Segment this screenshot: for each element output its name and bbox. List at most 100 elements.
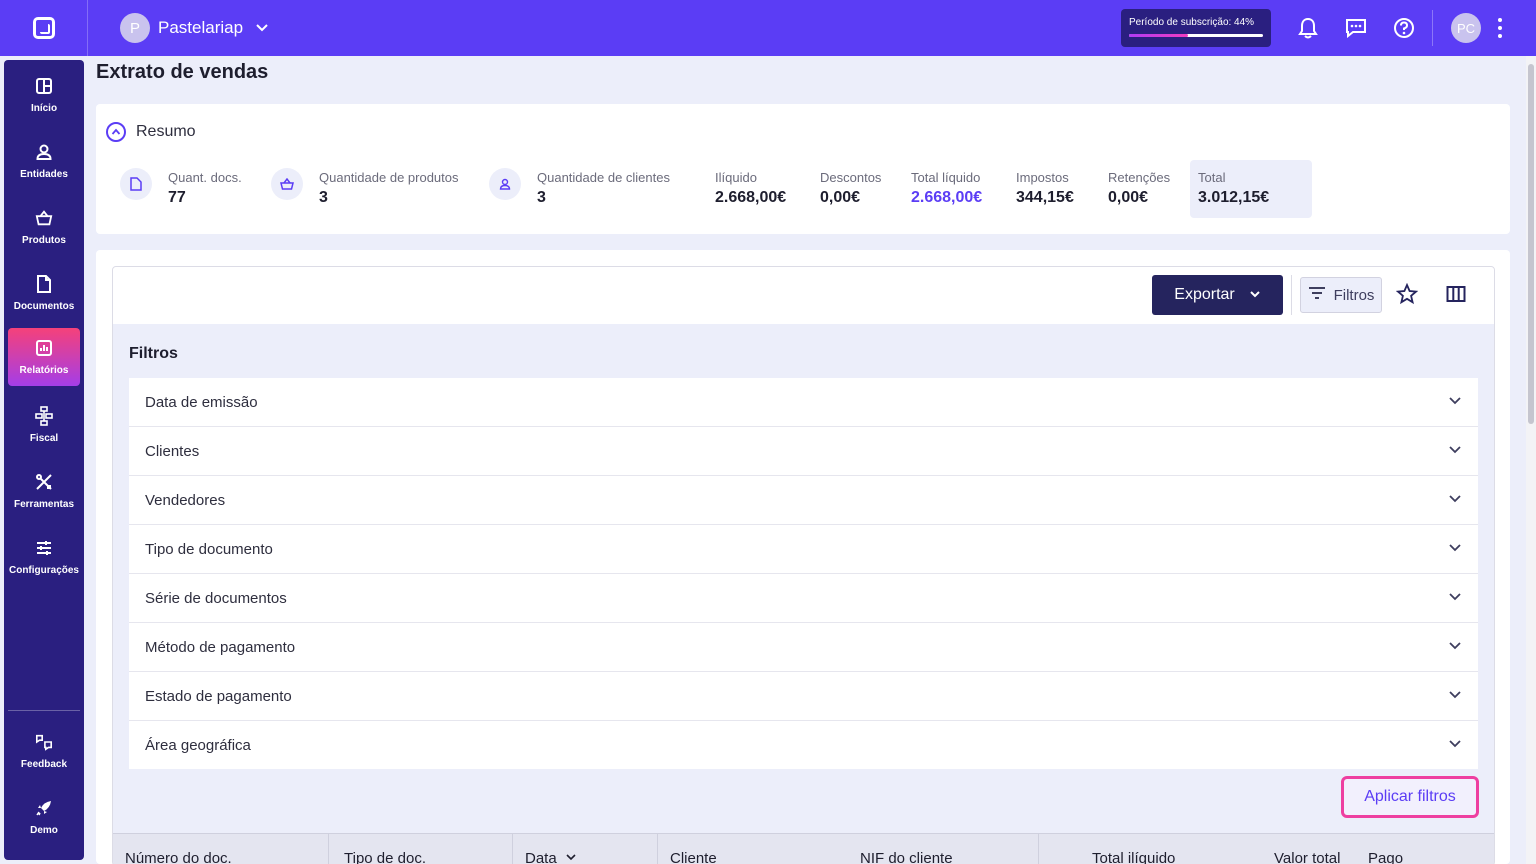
filter-estado-pagamento[interactable]: Estado de pagamento	[129, 672, 1478, 721]
filter-label: Clientes	[145, 442, 200, 460]
table-header: Número do doc. Tipo de doc. Data Cliente…	[113, 833, 1494, 864]
bell-icon[interactable]	[1296, 16, 1320, 40]
company-selector[interactable]: P Pastelariap	[120, 13, 269, 43]
subscription-label: Período de subscrição: 44%	[1129, 17, 1255, 28]
hierarchy-icon	[35, 405, 53, 426]
tools-icon	[35, 473, 53, 491]
stat-iliquido: Ilíquido 2.668,00€	[715, 170, 786, 207]
sidebar-item-label: Relatórios	[19, 364, 69, 376]
scrollbar-thumb[interactable]	[1528, 64, 1534, 424]
filter-metodo-pagamento[interactable]: Método de pagamento	[129, 623, 1478, 672]
stat-label: Retenções	[1108, 170, 1171, 185]
column-header-pago[interactable]: Pago	[1368, 834, 1403, 864]
columns-icon[interactable]	[1446, 285, 1468, 305]
sidebar-item-configuracoes[interactable]: Configurações	[8, 528, 80, 586]
company-name: Pastelariap	[158, 18, 244, 37]
column-header-nif-cliente[interactable]: NIF do cliente	[860, 834, 953, 864]
company-avatar: P	[120, 13, 150, 43]
grid-icon	[35, 77, 53, 95]
filter-area-geografica[interactable]: Área geográfica	[129, 721, 1478, 769]
stat-value: 3	[537, 189, 546, 206]
sidebar-item-entidades[interactable]: Entidades	[8, 132, 80, 190]
rocket-icon	[35, 799, 53, 817]
sidebar-divider	[8, 710, 80, 711]
stat-label: Quant. docs.	[168, 170, 242, 185]
apply-filters-button[interactable]: Aplicar filtros	[1341, 776, 1479, 818]
filters-list: Data de emissão Clientes Vendedores Tipo…	[129, 378, 1478, 769]
sidebar-item-documentos[interactable]: Documentos	[8, 264, 80, 322]
star-icon[interactable]	[1395, 282, 1420, 307]
help-icon[interactable]	[1392, 16, 1416, 40]
sidebar-item-relatorios[interactable]: Relatórios	[8, 328, 80, 386]
chevron-down-icon	[1448, 540, 1462, 559]
filter-icon	[1308, 286, 1326, 304]
stat-label: Total líquido	[911, 170, 981, 185]
stat-value: 77	[168, 189, 186, 206]
filter-tipo-documento[interactable]: Tipo de documento	[129, 525, 1478, 574]
stat-label: Ilíquido	[715, 170, 757, 185]
filters-toggle-button[interactable]: Filtros	[1300, 277, 1382, 313]
logo-icon	[32, 17, 55, 39]
summary-toggle[interactable]: Resumo	[106, 122, 196, 142]
person-icon	[489, 168, 521, 200]
chevron-down-icon	[1448, 393, 1462, 412]
page-scrollbar[interactable]	[1526, 56, 1536, 864]
sidebar-item-ferramentas[interactable]: Ferramentas	[8, 462, 80, 520]
app-logo[interactable]	[0, 0, 88, 56]
feedback-icon	[35, 733, 53, 751]
column-header-data[interactable]: Data	[525, 834, 577, 864]
stat-total: Total 3.012,15€	[1198, 170, 1269, 207]
filter-clientes[interactable]: Clientes	[129, 427, 1478, 476]
sidebar-item-label: Feedback	[20, 758, 68, 770]
sidebar-item-produtos[interactable]: Produtos	[8, 198, 80, 256]
stat-quantidade-clientes: Quantidade de clientes 3	[537, 170, 670, 207]
chevron-up-icon	[106, 122, 126, 142]
stat-retencoes: Retenções 0,00€	[1108, 170, 1170, 207]
chevron-down-icon	[255, 20, 269, 37]
topbar-divider	[1432, 10, 1433, 46]
sidebar-item-feedback[interactable]: Feedback	[8, 722, 80, 780]
report-icon	[35, 339, 53, 357]
document-icon	[35, 274, 53, 293]
more-menu-icon[interactable]	[1494, 18, 1506, 38]
subscription-indicator[interactable]: Período de subscrição: 44%	[1121, 9, 1271, 47]
chat-icon[interactable]	[1344, 16, 1368, 40]
export-button[interactable]: Exportar	[1152, 275, 1283, 315]
column-header-total-iliquido[interactable]: Total ilíquido	[1092, 834, 1175, 864]
stat-value: 3	[319, 189, 328, 206]
stat-quantidade-produtos: Quantidade de produtos 3	[319, 170, 459, 207]
chevron-down-icon	[1448, 491, 1462, 510]
filter-label: Área geográfica	[145, 736, 251, 754]
filter-label: Estado de pagamento	[145, 687, 292, 705]
person-icon	[35, 143, 53, 161]
column-header-numero-doc[interactable]: Número do doc.	[125, 834, 232, 864]
stat-descontos: Descontos 0,00€	[820, 170, 881, 207]
document-icon	[120, 168, 152, 200]
stat-label: Descontos	[820, 170, 882, 185]
stat-label: Quantidade de clientes	[537, 170, 670, 185]
subscription-progress-bar	[1129, 34, 1263, 37]
filter-serie-documentos[interactable]: Série de documentos	[129, 574, 1478, 623]
filter-label: Vendedores	[145, 491, 226, 509]
sidebar-item-label: Entidades	[20, 168, 68, 180]
chevron-down-icon	[1448, 589, 1462, 608]
subscription-progress-fill	[1129, 34, 1188, 37]
sidebar-item-fiscal[interactable]: Fiscal	[8, 396, 80, 454]
sidebar-item-demo[interactable]: Demo	[8, 788, 80, 846]
summary-panel: Resumo Quant. docs. 77 Quantidade de pro…	[96, 104, 1510, 234]
user-avatar[interactable]: PC	[1451, 13, 1481, 43]
report-container: Exportar Filtros Filtros Data de emissão…	[112, 266, 1495, 864]
column-header-cliente[interactable]: Cliente	[670, 834, 717, 864]
sidebar-item-label: Demo	[30, 824, 58, 836]
stat-label: Total	[1198, 170, 1226, 185]
sidebar-item-label: Produtos	[22, 234, 66, 246]
sidebar-item-label: Fiscal	[29, 432, 59, 444]
sidebar-item-inicio[interactable]: Início	[8, 66, 80, 124]
stat-label: Quantidade de produtos	[319, 170, 459, 185]
filter-label: Método de pagamento	[145, 638, 296, 656]
filter-vendedores[interactable]: Vendedores	[129, 476, 1478, 525]
column-header-valor-total[interactable]: Valor total	[1274, 834, 1340, 864]
stat-quant-docs: Quant. docs. 77	[168, 170, 242, 207]
column-header-tipo-doc[interactable]: Tipo de doc.	[344, 834, 426, 864]
filter-data-emissao[interactable]: Data de emissão	[129, 378, 1478, 427]
